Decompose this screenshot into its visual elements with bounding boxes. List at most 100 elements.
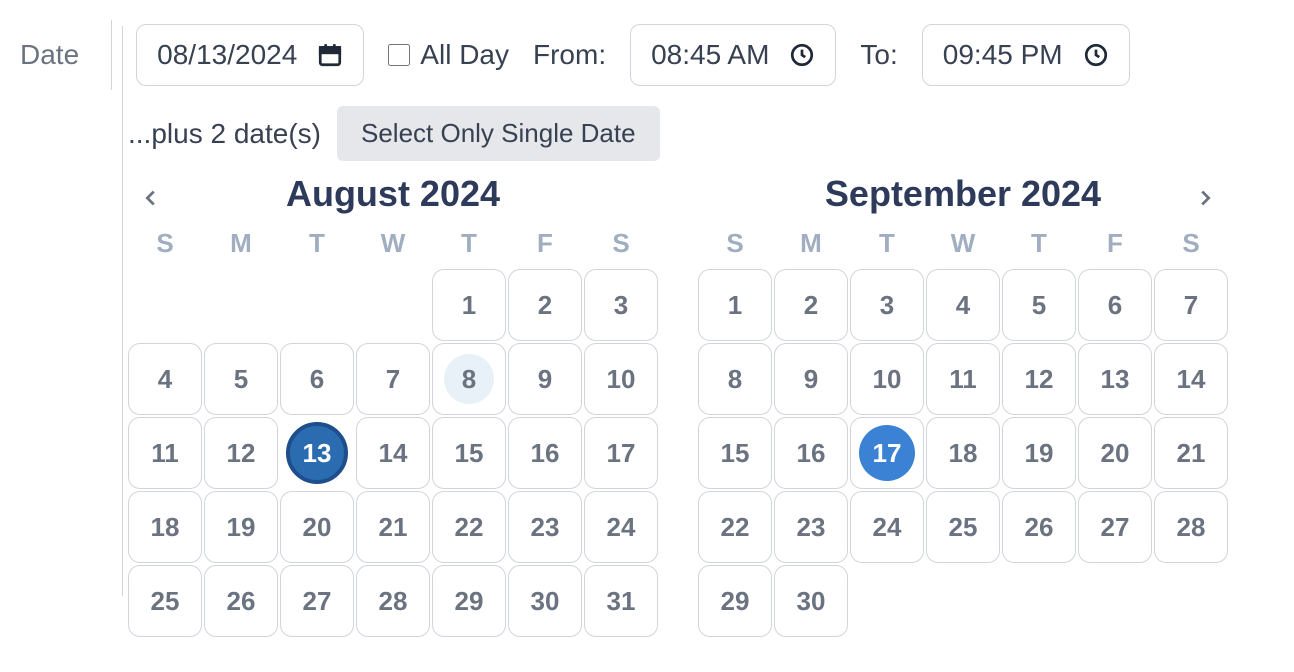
day-cell[interactable]: 10	[850, 343, 924, 415]
weekday-header: T	[1002, 223, 1076, 263]
day-cell[interactable]: 30	[508, 565, 582, 637]
prev-month-button[interactable]	[140, 187, 162, 214]
day-cell[interactable]: 6	[1078, 269, 1152, 341]
day-cell[interactable]: 25	[926, 491, 1000, 563]
day-cell[interactable]: 3	[850, 269, 924, 341]
divider	[111, 20, 112, 90]
day-cell[interactable]: 10	[584, 343, 658, 415]
all-day-label: All Day	[420, 39, 509, 71]
day-cell[interactable]: 4	[926, 269, 1000, 341]
date-input-value: 08/13/2024	[157, 39, 297, 71]
day-cell[interactable]: 5	[1002, 269, 1076, 341]
day-cell[interactable]: 6	[280, 343, 354, 415]
day-cell[interactable]: 21	[1154, 417, 1228, 489]
day-cell[interactable]: 21	[356, 491, 430, 563]
day-cell[interactable]: 17	[584, 417, 658, 489]
weekday-header: F	[1078, 223, 1152, 263]
day-cell[interactable]: 3	[584, 269, 658, 341]
day-cell[interactable]: 5	[204, 343, 278, 415]
clock-icon	[789, 42, 815, 68]
weekday-header: W	[926, 223, 1000, 263]
select-single-date-button[interactable]: Select Only Single Date	[337, 106, 660, 161]
day-cell[interactable]: 7	[1154, 269, 1228, 341]
day-cell[interactable]: 17	[850, 417, 924, 489]
calendar-left: August 2024 SMTWTFS 12345678910111213141…	[128, 173, 658, 637]
day-cell[interactable]: 30	[774, 565, 848, 637]
day-cell[interactable]: 19	[204, 491, 278, 563]
weekday-header: T	[280, 223, 354, 263]
day-cell[interactable]: 27	[1078, 491, 1152, 563]
to-time-input[interactable]: 09:45 PM	[922, 24, 1130, 86]
all-day-checkbox-wrap[interactable]: All Day	[388, 39, 509, 71]
day-cell[interactable]: 29	[698, 565, 772, 637]
weekday-header: S	[584, 223, 658, 263]
day-cell[interactable]: 28	[356, 565, 430, 637]
day-cell[interactable]: 22	[698, 491, 772, 563]
day-cell[interactable]: 2	[774, 269, 848, 341]
day-cell[interactable]: 23	[508, 491, 582, 563]
from-label: From:	[533, 39, 606, 71]
day-cell[interactable]: 16	[774, 417, 848, 489]
day-cell[interactable]: 28	[1154, 491, 1228, 563]
weekday-header: F	[508, 223, 582, 263]
from-time-input[interactable]: 08:45 AM	[630, 24, 836, 86]
weekday-header: W	[356, 223, 430, 263]
calendar-right: September 2024 SMTWTFS 12345678910111213…	[698, 173, 1228, 637]
day-cell[interactable]: 14	[356, 417, 430, 489]
day-empty	[356, 269, 430, 341]
day-cell[interactable]: 16	[508, 417, 582, 489]
day-cell[interactable]: 12	[1002, 343, 1076, 415]
day-cell[interactable]: 1	[432, 269, 506, 341]
weekday-header: S	[1154, 223, 1228, 263]
day-empty	[204, 269, 278, 341]
day-cell[interactable]: 4	[128, 343, 202, 415]
date-label: Date	[20, 39, 87, 71]
day-cell[interactable]: 9	[774, 343, 848, 415]
day-cell[interactable]: 11	[926, 343, 1000, 415]
day-cell[interactable]: 22	[432, 491, 506, 563]
day-cell[interactable]: 13	[1078, 343, 1152, 415]
weekday-header: M	[204, 223, 278, 263]
weekday-header: T	[850, 223, 924, 263]
day-cell[interactable]: 29	[432, 565, 506, 637]
day-cell[interactable]: 18	[128, 491, 202, 563]
day-cell[interactable]: 11	[128, 417, 202, 489]
day-cell[interactable]: 8	[432, 343, 506, 415]
day-cell[interactable]: 20	[1078, 417, 1152, 489]
day-cell[interactable]: 26	[1002, 491, 1076, 563]
date-input[interactable]: 08/13/2024	[136, 24, 364, 86]
day-cell[interactable]: 23	[774, 491, 848, 563]
day-cell[interactable]: 20	[280, 491, 354, 563]
day-cell[interactable]: 26	[204, 565, 278, 637]
all-day-checkbox[interactable]	[388, 44, 410, 66]
next-month-button[interactable]	[1194, 187, 1216, 214]
day-cell[interactable]: 24	[850, 491, 924, 563]
day-cell[interactable]: 15	[698, 417, 772, 489]
day-cell[interactable]: 18	[926, 417, 1000, 489]
day-cell[interactable]: 19	[1002, 417, 1076, 489]
plus-dates-text: ...plus 2 date(s)	[128, 118, 321, 150]
day-cell[interactable]: 7	[356, 343, 430, 415]
day-cell[interactable]: 24	[584, 491, 658, 563]
to-time-value: 09:45 PM	[943, 39, 1063, 71]
day-empty	[280, 269, 354, 341]
clock-icon	[1083, 42, 1109, 68]
day-cell[interactable]: 1	[698, 269, 772, 341]
weekday-header: S	[128, 223, 202, 263]
day-cell[interactable]: 15	[432, 417, 506, 489]
day-cell[interactable]: 2	[508, 269, 582, 341]
to-label: To:	[860, 39, 897, 71]
day-cell[interactable]: 12	[204, 417, 278, 489]
weekday-header: T	[432, 223, 506, 263]
calendar-right-title: September 2024	[698, 173, 1228, 215]
day-cell[interactable]: 27	[280, 565, 354, 637]
from-time-value: 08:45 AM	[651, 39, 769, 71]
day-cell[interactable]: 25	[128, 565, 202, 637]
calendar-left-title: August 2024	[128, 173, 658, 215]
day-cell[interactable]: 13	[280, 417, 354, 489]
weekday-header: M	[774, 223, 848, 263]
day-cell[interactable]: 9	[508, 343, 582, 415]
day-cell[interactable]: 14	[1154, 343, 1228, 415]
day-cell[interactable]: 31	[584, 565, 658, 637]
day-cell[interactable]: 8	[698, 343, 772, 415]
